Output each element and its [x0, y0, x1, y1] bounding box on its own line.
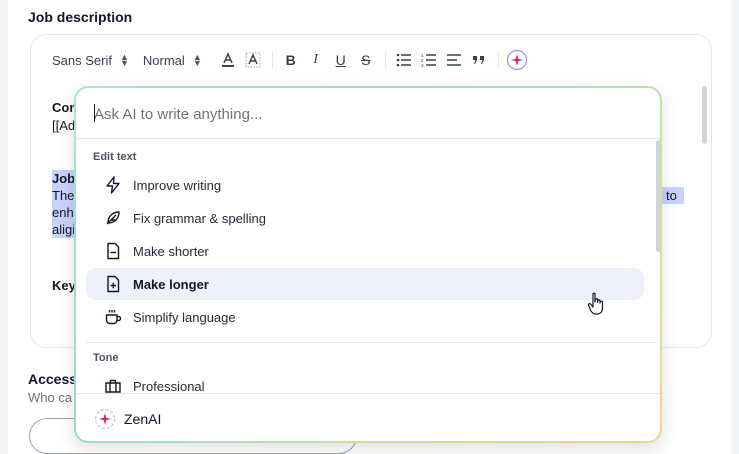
ai-prompt-input[interactable] [94, 103, 634, 125]
group-label-edit-text: Edit text [93, 151, 137, 163]
align-button[interactable] [442, 48, 466, 72]
toolbar-divider [271, 51, 273, 69]
ai-menu-scrollbar[interactable] [656, 140, 660, 252]
editor-line-selected: to [662, 187, 684, 204]
select-arrows-icon: ▲ ▼ [119, 52, 129, 68]
strikethrough-icon: S [361, 52, 371, 68]
menu-item-make-longer[interactable]: Make longer [86, 268, 644, 300]
svg-text:3: 3 [421, 63, 424, 67]
menu-item-label: Professional [133, 378, 205, 394]
align-left-icon [446, 54, 461, 66]
italic-icon: I [313, 52, 319, 67]
coffee-cup-icon [102, 306, 124, 328]
underline-icon: U [335, 52, 346, 68]
highlight-button[interactable] [241, 48, 265, 72]
divider [86, 342, 654, 343]
font-family-value: Sans Serif [52, 52, 112, 68]
menu-item-label: Simplify language [133, 309, 236, 325]
editor-line: Key [52, 278, 76, 293]
menu-item-make-shorter[interactable]: Make shorter [86, 235, 644, 267]
font-size-value: Normal [142, 52, 185, 68]
font-color-button[interactable] [216, 48, 240, 72]
access-subtitle: Who ca [28, 390, 73, 405]
zenai-logo-icon [94, 408, 116, 429]
editor-scrollbar[interactable] [702, 86, 707, 144]
ordered-list-icon: 123 [421, 53, 436, 67]
highlight-icon [245, 52, 261, 68]
ai-assist-button[interactable] [505, 48, 529, 72]
editor-line-selected: Job [52, 170, 76, 187]
text-caret [94, 104, 95, 122]
quote-button[interactable] [467, 48, 491, 72]
editor-line-selected: enh [52, 204, 76, 221]
section-title: Job description [28, 9, 133, 25]
ai-popup: Edit text Improve writing Fix grammar & … [74, 86, 662, 443]
editor-toolbar: Sans Serif ▲ ▼ Normal ▲ ▼ B I U S 123 [52, 47, 530, 73]
document-plus-icon [102, 273, 124, 295]
bullet-list-icon [396, 53, 411, 67]
menu-item-label: Make shorter [133, 243, 209, 259]
lightning-icon [102, 174, 124, 196]
menu-item-label: Make longer [133, 276, 209, 292]
editor-line: [[Ad [52, 118, 76, 133]
document-minus-icon [102, 240, 124, 262]
group-label-tone: Tone [93, 352, 119, 364]
menu-item-label: Improve writing [133, 177, 222, 193]
ai-sparkle-icon [506, 49, 527, 71]
hand-pointer-cursor-icon [587, 292, 604, 315]
menu-item-improve-writing[interactable]: Improve writing [86, 169, 644, 201]
select-arrows-icon: ▲ ▼ [192, 52, 202, 68]
toolbar-divider [497, 51, 499, 69]
bold-button[interactable]: B [279, 48, 303, 72]
bold-icon: B [285, 52, 296, 68]
editor-line-selected: aligi [52, 221, 76, 238]
ai-brand-name: ZenAI [124, 410, 162, 427]
italic-button[interactable]: I [304, 48, 328, 72]
feather-icon [102, 207, 124, 229]
menu-item-simplify-language[interactable]: Simplify language [86, 301, 644, 333]
menu-item-fix-grammar[interactable]: Fix grammar & spelling [86, 202, 644, 234]
quote-icon [472, 56, 484, 64]
ordered-list-button[interactable]: 123 [417, 48, 441, 72]
ai-popup-body: Edit text Improve writing Fix grammar & … [76, 88, 660, 441]
strikethrough-button[interactable]: S [354, 48, 378, 72]
access-title: Access [28, 371, 78, 387]
ai-footer: ZenAI [76, 394, 660, 441]
menu-item-label: Fix grammar & spelling [133, 210, 266, 226]
font-family-select[interactable]: Sans Serif ▲ ▼ [52, 53, 129, 68]
bullet-list-button[interactable] [392, 48, 416, 72]
toolbar-divider [384, 51, 386, 69]
font-color-icon [221, 52, 234, 67]
font-size-select[interactable]: Normal ▲ ▼ [143, 53, 202, 68]
underline-button[interactable]: U [329, 48, 353, 72]
editor-line-selected: The [52, 187, 76, 204]
divider [76, 138, 660, 139]
